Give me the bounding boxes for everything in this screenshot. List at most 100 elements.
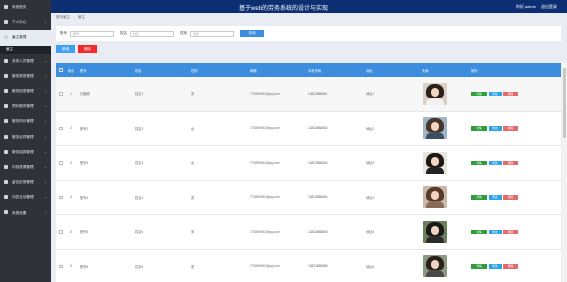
header-cell: 姓名 [135, 68, 142, 73]
edit-button[interactable]: 修改 [488, 195, 502, 200]
sidebar-item-employer[interactable]: 雇主管理 ⌃ [0, 30, 51, 46]
row-delete-button[interactable]: 删除 [503, 264, 518, 269]
detail-button[interactable]: 详情 [471, 195, 487, 200]
sidebar-item-label: 问答互动管理 [12, 195, 34, 200]
row-checkbox[interactable] [59, 92, 63, 96]
cell-gender: 男 [191, 230, 195, 235]
cell-gender: 女 [191, 161, 195, 166]
name-search-input[interactable]: 姓名 [130, 30, 174, 37]
row-checkbox[interactable] [59, 264, 63, 268]
cell-phone: 13823888882 [308, 126, 328, 131]
row-delete-button[interactable]: 删除 [503, 91, 518, 96]
cell-account: 账号5 [80, 230, 89, 235]
row-checkbox[interactable] [59, 126, 63, 130]
cell-phone: 13823888883 [308, 160, 328, 165]
add-button[interactable]: 新增 [56, 45, 75, 53]
chevron-down-icon: ⌄ [44, 180, 47, 185]
chevron-down-icon: ⌄ [44, 88, 47, 93]
sidebar-item-contract[interactable]: 服务合同管理 ⌄ [0, 130, 51, 145]
edit-button[interactable]: 修改 [488, 160, 502, 165]
cell-address: 地址6 [366, 264, 375, 269]
header-cell: 地址 [366, 68, 373, 73]
avatar-photo [423, 151, 447, 174]
edit-button[interactable]: 修改 [488, 126, 502, 131]
cell-address: 地址4 [366, 195, 375, 200]
sidebar-item-label: 服务合同管理 [12, 134, 34, 139]
sidebar-item-home[interactable]: 系统首页 [0, 0, 51, 15]
header-cell: 头像 [422, 68, 429, 73]
scrollbar-thumb[interactable] [563, 68, 566, 138]
cell-email: 773890942@qq.com [250, 195, 280, 200]
edit-button[interactable]: 修改 [488, 229, 502, 234]
table-row: 1 已编辑 姓名1 男 773890942@qq.com 13823888881… [56, 77, 561, 112]
chevron-down-icon: ⌄ [44, 164, 47, 169]
avatar-photo [423, 82, 447, 105]
sidebar-item-label: 服务评价管理 [12, 119, 34, 124]
content-icon [4, 164, 8, 169]
chevron-down-icon: ⌄ [44, 119, 47, 124]
vertical-scrollbar[interactable] [562, 63, 567, 282]
cell-email: 773890942@qq.com [250, 264, 280, 269]
sidebar-item-worker[interactable]: 劳务人员管理 ⌄ [0, 54, 51, 69]
header-cell: 性别 [191, 68, 198, 73]
employer-table: 索引 账号 姓名 性别 邮箱 手机号码 地址 头像 操作 1 已编辑 姓名1 男… [56, 63, 561, 282]
row-delete-button[interactable]: 删除 [503, 195, 518, 200]
info-icon [4, 88, 8, 93]
row-delete-button[interactable]: 删除 [503, 229, 518, 234]
sidebar-item-label: 内容资源管理 [12, 164, 34, 169]
edit-button[interactable]: 修改 [488, 264, 502, 269]
sidebar-item-content[interactable]: 内容资源管理 ⌄ [0, 160, 51, 175]
detail-button[interactable]: 详情 [471, 126, 487, 131]
cell-address: 地址5 [366, 230, 375, 235]
sidebar-item-settle[interactable]: 服务结算管理 ⌄ [0, 145, 51, 160]
breadcrumb-current: 雇主 [78, 15, 85, 19]
sidebar-item-profile[interactable]: 个人中心 ⌄ [0, 15, 51, 30]
row-delete-button[interactable]: 删除 [503, 126, 518, 131]
chevron-down-icon: ⌄ [44, 210, 47, 215]
user-area: 你好,admin 退出登录 [516, 4, 557, 10]
cell-index: 6 [70, 264, 72, 269]
table-header: 索引 账号 姓名 性别 邮箱 手机号码 地址 头像 操作 [56, 63, 561, 77]
detail-button[interactable]: 详情 [471, 91, 487, 96]
row-delete-button[interactable]: 删除 [503, 160, 518, 165]
detail-button[interactable]: 详情 [471, 264, 487, 269]
sidebar: 系统首页 个人中心 ⌄ 雇主管理 ⌃ 雇主 劳务人员管理 ⌄ 服务类型管理 ⌄ 服务信息… [0, 0, 51, 282]
sidebar-item-label: 留言反馈管理 [12, 180, 34, 185]
breadcrumb: 首页雇主 雇主 [51, 13, 567, 22]
detail-button[interactable]: 详情 [471, 160, 487, 165]
detail-button[interactable]: 详情 [471, 229, 487, 234]
sidebar-subitem-employer[interactable]: 雇主 [0, 45, 51, 54]
qa-icon [4, 195, 8, 200]
cell-name: 姓名1 [135, 92, 144, 97]
sidebar-item-category[interactable]: 服务类型管理 ⌄ [0, 69, 51, 84]
gender-search-input[interactable]: 性别 [190, 30, 234, 37]
header-select-all[interactable] [56, 68, 65, 72]
select-all-checkbox[interactable] [59, 68, 63, 72]
search-bar: 账号 账号 姓名 姓名 性别 性别 查询 [56, 26, 561, 41]
sidebar-item-info[interactable]: 服务信息管理 ⌄ [0, 84, 51, 99]
breadcrumb-home[interactable]: 首页雇主 [56, 15, 70, 20]
sidebar-item-label: 个人中心 [12, 20, 27, 25]
employer-icon [4, 35, 8, 40]
table-body: 1 已编辑 姓名1 男 773890942@qq.com 13823888881… [56, 77, 561, 282]
row-checkbox[interactable] [59, 230, 63, 234]
logout-link[interactable]: 退出登录 [541, 4, 557, 9]
edit-button[interactable]: 修改 [488, 91, 502, 96]
sidebar-item-qa[interactable]: 问答互动管理 ⌄ [0, 190, 51, 205]
sidebar-item-label: 服务结算管理 [12, 149, 34, 154]
calendar-icon [4, 104, 8, 109]
chevron-down-icon: ⌄ [44, 104, 47, 109]
sidebar-item-label: 雇主管理 [12, 35, 27, 40]
cell-index: 3 [70, 160, 72, 165]
message-icon [4, 180, 8, 185]
sidebar-item-settings[interactable]: 系统设置 ⌄ [0, 205, 51, 220]
account-search-input[interactable]: 账号 [70, 30, 114, 37]
search-button[interactable]: 查询 [240, 30, 264, 37]
row-checkbox[interactable] [59, 195, 63, 199]
cell-account: 账号3 [80, 161, 89, 166]
sidebar-item-booking[interactable]: 预约服务管理 ⌄ [0, 99, 51, 114]
sidebar-item-message[interactable]: 留言反馈管理 ⌄ [0, 175, 51, 190]
sidebar-item-review[interactable]: 服务评价管理 ⌄ [0, 114, 51, 129]
row-checkbox[interactable] [59, 161, 63, 165]
delete-button[interactable]: 删除 [78, 45, 97, 53]
